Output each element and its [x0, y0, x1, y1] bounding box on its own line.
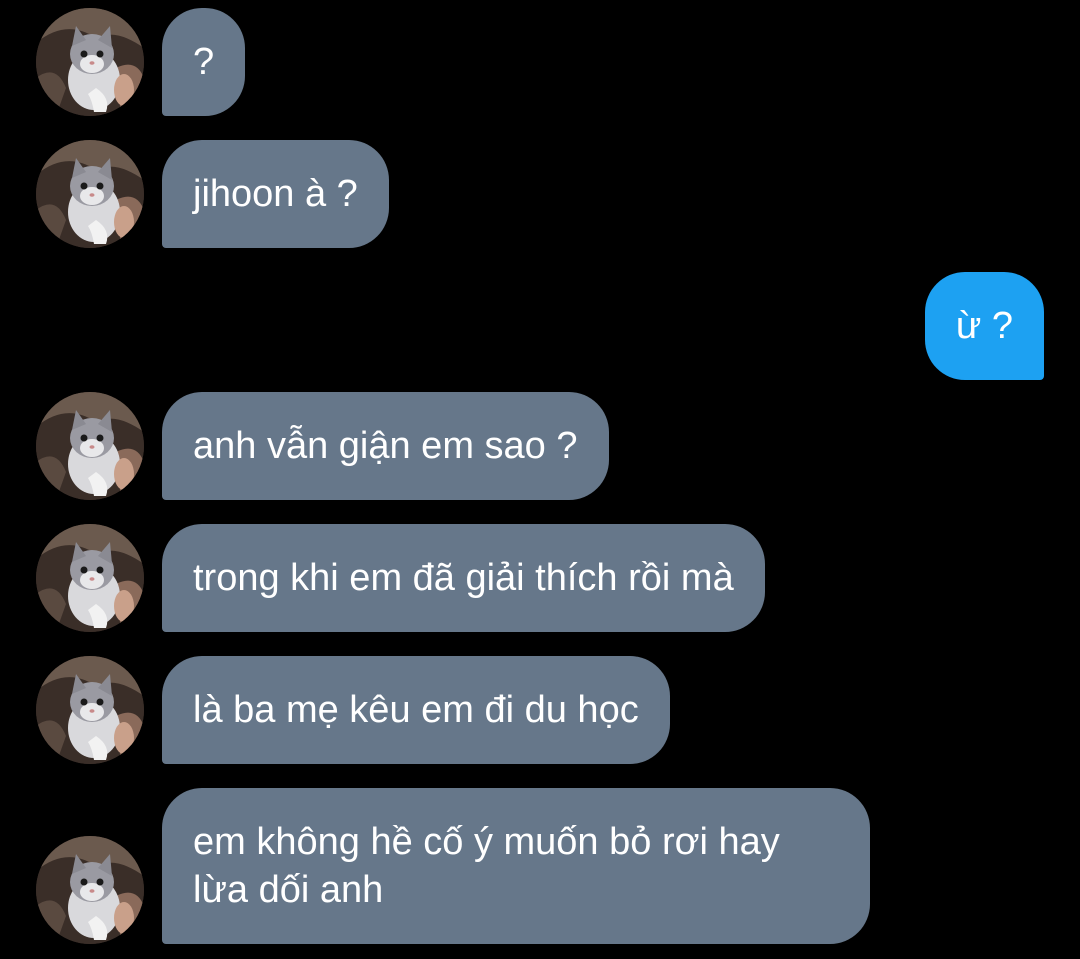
incoming-message-bubble[interactable]: ?	[162, 8, 246, 116]
cat-avatar-icon	[36, 656, 144, 764]
outgoing-message-bubble[interactable]: ừ ?	[924, 272, 1044, 380]
incoming-message-bubble[interactable]: anh vẫn giận em sao ?	[162, 392, 609, 500]
message-row-incoming: anh vẫn giận em sao ?	[0, 392, 1080, 500]
incoming-message-bubble[interactable]: em không hề cố ý muốn bỏ rơi hay lừa dối…	[162, 788, 870, 944]
cat-avatar-icon	[36, 392, 144, 500]
cat-avatar-icon	[36, 140, 144, 248]
cat-avatar-icon	[36, 836, 144, 944]
contact-avatar[interactable]	[36, 524, 144, 632]
incoming-message-bubble[interactable]: là ba mẹ kêu em đi du học	[162, 656, 670, 764]
message-row-incoming: em không hề cố ý muốn bỏ rơi hay lừa dối…	[0, 788, 1080, 944]
contact-avatar[interactable]	[36, 836, 144, 944]
cat-avatar-icon	[36, 8, 144, 116]
message-text: anh vẫn giận em sao ?	[193, 425, 578, 467]
message-row-incoming: trong khi em đã giải thích rồi mà	[0, 524, 1080, 632]
contact-avatar[interactable]	[36, 656, 144, 764]
cat-avatar-icon	[36, 524, 144, 632]
incoming-message-bubble[interactable]: jihoon à ?	[162, 140, 389, 248]
message-text-line: lừa dối anh	[193, 869, 384, 911]
contact-avatar[interactable]	[36, 392, 144, 500]
message-row-outgoing: ừ ?	[0, 272, 1080, 380]
message-text-line: em không hề cố ý muốn bỏ rơi hay	[193, 821, 780, 863]
message-row-incoming: ?	[0, 8, 1080, 116]
message-text: là ba mẹ kêu em đi du học	[193, 689, 639, 731]
message-row-incoming: jihoon à ?	[0, 140, 1080, 248]
contact-avatar[interactable]	[36, 140, 144, 248]
message-text: jihoon à ?	[193, 173, 358, 215]
message-text: trong khi em đã giải thích rồi mà	[193, 557, 734, 599]
message-text: ?	[193, 41, 215, 83]
contact-avatar[interactable]	[36, 8, 144, 116]
incoming-message-bubble[interactable]: trong khi em đã giải thích rồi mà	[162, 524, 765, 632]
message-text: ừ ?	[955, 305, 1013, 347]
message-row-incoming: là ba mẹ kêu em đi du học	[0, 656, 1080, 764]
